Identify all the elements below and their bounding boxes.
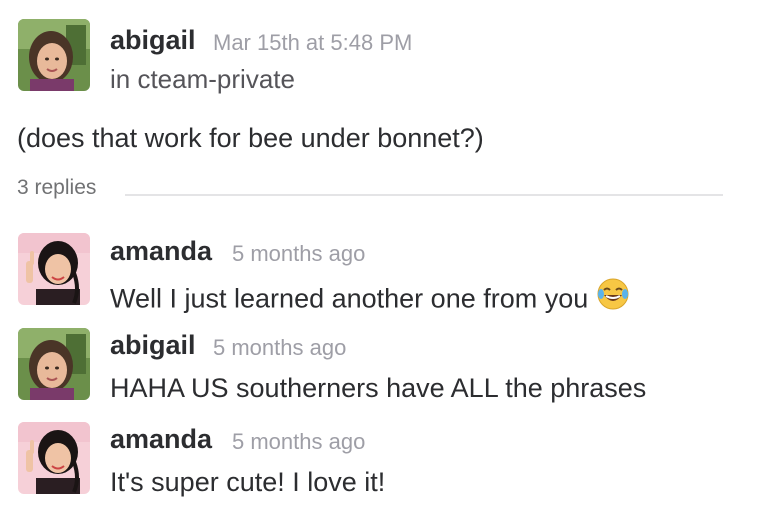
- replies-count: 3 replies: [17, 176, 97, 199]
- parent-message-text: (does that work for bee under bonnet?): [17, 123, 484, 153]
- avatar-amanda[interactable]: [18, 233, 90, 305]
- reply-message: Well I just learned another one from you: [110, 277, 630, 321]
- amanda-avatar-icon: [18, 422, 90, 494]
- reply-timestamp[interactable]: 5 months ago: [232, 241, 365, 267]
- reply-author[interactable]: amanda: [110, 424, 212, 455]
- reply-message-text: It's super cute! I love it!: [110, 467, 386, 497]
- message-author[interactable]: abigail: [110, 25, 196, 56]
- channel-link[interactable]: in cteam-private: [110, 64, 295, 95]
- message-timestamp[interactable]: Mar 15th at 5:48 PM: [213, 30, 412, 56]
- joy-emoji-icon[interactable]: [596, 277, 630, 318]
- reply-timestamp[interactable]: 5 months ago: [232, 429, 365, 455]
- replies-divider: [125, 194, 723, 196]
- abigail-avatar-icon: [18, 328, 90, 400]
- reply-author[interactable]: abigail: [110, 330, 196, 361]
- reply-author[interactable]: amanda: [110, 236, 212, 267]
- reply-message-text: Well I just learned another one from you: [110, 283, 589, 314]
- avatar-abigail[interactable]: [18, 19, 90, 91]
- avatar-amanda[interactable]: [18, 422, 90, 494]
- avatar-abigail[interactable]: [18, 328, 90, 400]
- amanda-avatar-icon: [18, 233, 90, 305]
- abigail-avatar-icon: [18, 19, 90, 91]
- reply-message-text: HAHA US southerners have ALL the phrases: [110, 373, 647, 403]
- reply-timestamp[interactable]: 5 months ago: [213, 335, 346, 361]
